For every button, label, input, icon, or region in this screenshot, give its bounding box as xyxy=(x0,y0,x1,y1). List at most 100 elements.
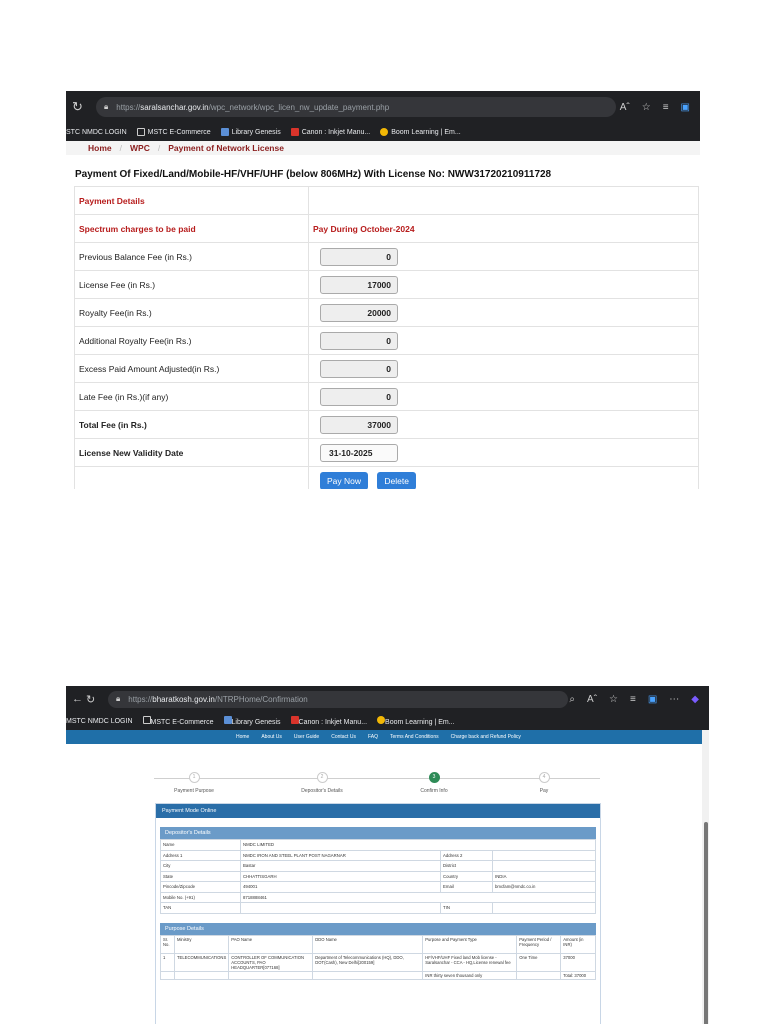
bookmark-boom-learning[interactable]: Boom Learning | Em... xyxy=(377,716,455,726)
reload-icon[interactable]: ↻ xyxy=(86,693,102,706)
bookmark-library-genesis[interactable]: Library Genesis xyxy=(220,128,281,136)
scrollbar[interactable] xyxy=(702,730,709,1024)
table-row: State CHHATTISGARH Country INDIA xyxy=(160,870,596,882)
book-icon xyxy=(223,716,232,724)
depositor-table: Name NMDC LIMITED Address 1 NMDC IRON AND … xyxy=(160,839,596,914)
url-scheme: https:// xyxy=(116,102,141,112)
browser-toolbar: ← ↻ 🔒︎ https://bharatkosh.gov.in/NTRPHom… xyxy=(66,686,709,712)
breadcrumb-home[interactable]: Home xyxy=(88,143,112,153)
license-fee-field[interactable]: 17000 xyxy=(320,275,398,294)
page-icon xyxy=(136,128,145,136)
nav-user-guide[interactable]: User Guide xyxy=(294,734,319,740)
bookmark-mstc-nmdc-login[interactable]: MSTC NMDC LOGIN xyxy=(66,718,133,725)
address-bar[interactable]: 🔒︎ https://bharatkosh.gov.in/NTRPHome/Co… xyxy=(108,690,568,708)
bookmark-stc-nmdc-login[interactable]: STC NMDC LOGIN xyxy=(66,129,127,136)
address-bar[interactable]: 🔒︎ https://saralsanchar.gov.in/wpc_netwo… xyxy=(96,97,616,117)
previous-balance-field[interactable]: 0 xyxy=(320,247,398,266)
breadcrumb-separator: / xyxy=(119,143,122,153)
bharatkosh-screenshot: ← ↻ 🔒︎ https://bharatkosh.gov.in/NTRPHom… xyxy=(66,686,709,1024)
table-row: TAN TIN xyxy=(160,902,596,914)
read-aloud-icon[interactable]: Aˆ xyxy=(620,102,630,113)
total-fee-field[interactable]: 37000 xyxy=(320,415,398,434)
step-pay: 4 Pay xyxy=(538,772,550,794)
back-icon[interactable]: ← xyxy=(72,693,86,705)
url-host: saralsanchar.gov.in xyxy=(140,102,209,112)
late-fee-field[interactable]: 0 xyxy=(320,387,398,406)
table-row: Address 1 NMDC IRON AND STEEL PLANT POST … xyxy=(160,849,596,861)
table-row: Royalty Fee(in Rs.) 20000 xyxy=(74,298,699,327)
breadcrumb-current: Payment of Network License xyxy=(168,143,284,153)
nav-faq[interactable]: FAQ xyxy=(368,734,378,740)
step-confirm-info: 3 Confirm Info xyxy=(420,772,448,794)
fee-label: Additional Royalty Fee(in Rs.) xyxy=(74,326,309,355)
favorites-list-icon[interactable]: ≡ xyxy=(663,102,669,113)
purpose-table: Sr. No. Ministry PAO Name DDO Name Purpo… xyxy=(160,934,596,980)
bookmark-boom-learning[interactable]: Boom Learning | Em... xyxy=(380,128,461,136)
pay-now-button[interactable]: Pay Now xyxy=(320,471,369,489)
boom-icon xyxy=(380,128,389,136)
bookmark-mstc-ecommerce[interactable]: MSTC E-Commerce xyxy=(142,716,214,726)
excess-paid-field[interactable]: 0 xyxy=(320,359,398,378)
spectrum-label: Spectrum charges to be paid xyxy=(74,214,309,243)
table-row: City Bastar District xyxy=(160,860,596,872)
browser-actions: ⌕ Aˆ ☆ ≡ ▣ ⋯ ◆ xyxy=(569,686,699,712)
lock-icon: 🔒︎ xyxy=(104,102,109,111)
reload-icon[interactable]: ↻ xyxy=(72,99,90,115)
collections-icon[interactable]: ▣ xyxy=(681,102,690,113)
table-row: Spectrum charges to be paid Pay During O… xyxy=(74,214,699,243)
total-fee-label: Total Fee (in Rs.) xyxy=(74,410,309,439)
collections-icon[interactable]: ▣ xyxy=(648,694,657,705)
additional-royalty-field[interactable]: 0 xyxy=(320,331,398,350)
browser-actions: Aˆ ☆ ≡ ▣ xyxy=(620,91,690,123)
url-host: bharatkosh.gov.in xyxy=(152,694,215,704)
canon-icon xyxy=(290,128,299,136)
validity-label: License New Validity Date xyxy=(74,438,309,467)
table-row: Total Fee (in Rs.) 37000 xyxy=(74,410,699,439)
table-row: Late Fee (in Rs.)(if any) 0 xyxy=(74,382,699,411)
copilot-icon[interactable]: ◆ xyxy=(691,694,699,705)
bookmark-mstc-ecommerce[interactable]: MSTC E-Commerce xyxy=(136,128,211,136)
scrollbar-thumb[interactable] xyxy=(704,822,708,1024)
fee-label: License Fee (in Rs.) xyxy=(74,270,309,299)
bookmark-canon[interactable]: Canon : Inkjet Manu... xyxy=(290,128,370,136)
table-row: Pay Now Delete xyxy=(74,466,699,489)
favorite-star-icon[interactable]: ☆ xyxy=(609,694,618,705)
book-icon xyxy=(220,128,229,136)
delete-button[interactable]: Delete xyxy=(377,471,416,489)
panel-title: Payment Mode Online xyxy=(156,804,600,818)
fee-label: Previous Balance Fee (in Rs.) xyxy=(74,242,309,271)
zoom-icon[interactable]: ⌕ xyxy=(569,694,575,705)
favorites-list-icon[interactable]: ≡ xyxy=(630,694,636,705)
read-aloud-icon[interactable]: Aˆ xyxy=(587,694,597,705)
breadcrumb: Home / WPC / Payment of Network License xyxy=(66,141,700,155)
table-row: Previous Balance Fee (in Rs.) 0 xyxy=(74,242,699,271)
royalty-fee-field[interactable]: 20000 xyxy=(320,303,398,322)
nav-contact-us[interactable]: Contact Us xyxy=(331,734,356,740)
step-payment-purpose: 1 Payment Purpose xyxy=(174,772,214,794)
table-row: Mobile No. (+91) 8718888461 xyxy=(160,891,596,903)
more-icon[interactable]: ⋯ xyxy=(669,694,679,705)
url-scheme: https:// xyxy=(128,694,153,704)
validity-date-field[interactable]: 31-10-2025 xyxy=(320,443,398,462)
table-row: Additional Royalty Fee(in Rs.) 0 xyxy=(74,326,699,355)
browser-toolbar: ↻ 🔒︎ https://saralsanchar.gov.in/wpc_net… xyxy=(66,91,700,123)
nav-refund-policy[interactable]: Charge back and Refund Policy xyxy=(451,734,521,740)
table-row: License Fee (in Rs.) 17000 xyxy=(74,270,699,299)
step-dot: 1 xyxy=(188,772,200,783)
bookmark-library-genesis[interactable]: Library Genesis xyxy=(223,716,281,726)
nav-about-us[interactable]: About Us xyxy=(261,734,282,740)
breadcrumb-wpc[interactable]: WPC xyxy=(130,143,150,153)
pay-during-label: Pay During October-2024 xyxy=(308,214,699,243)
nav-terms[interactable]: Terms And Conditions xyxy=(390,734,439,740)
nav-home[interactable]: Home xyxy=(236,734,249,740)
table-row: Pincode/Zipcode 494001 Email bmcfam@nmdc.co… xyxy=(160,881,596,893)
bookmark-canon[interactable]: Canon : Inkjet Manu... xyxy=(290,716,367,726)
payment-mode-panel: Payment Mode Online Depositor's Details … xyxy=(155,803,601,1024)
canon-icon xyxy=(290,716,299,724)
step-depositor-details: 2 Depositor's Details xyxy=(301,772,343,794)
step-dot: 2 xyxy=(316,772,328,783)
favorite-star-icon[interactable]: ☆ xyxy=(642,102,651,113)
payment-details-label: Payment Details xyxy=(74,186,309,215)
bookmarks-bar: MSTC NMDC LOGIN MSTC E-Commerce Library … xyxy=(66,712,709,730)
table-row: 1 TELECOMMUNICATIONS CONTROLLER OF COMMU… xyxy=(160,952,596,972)
